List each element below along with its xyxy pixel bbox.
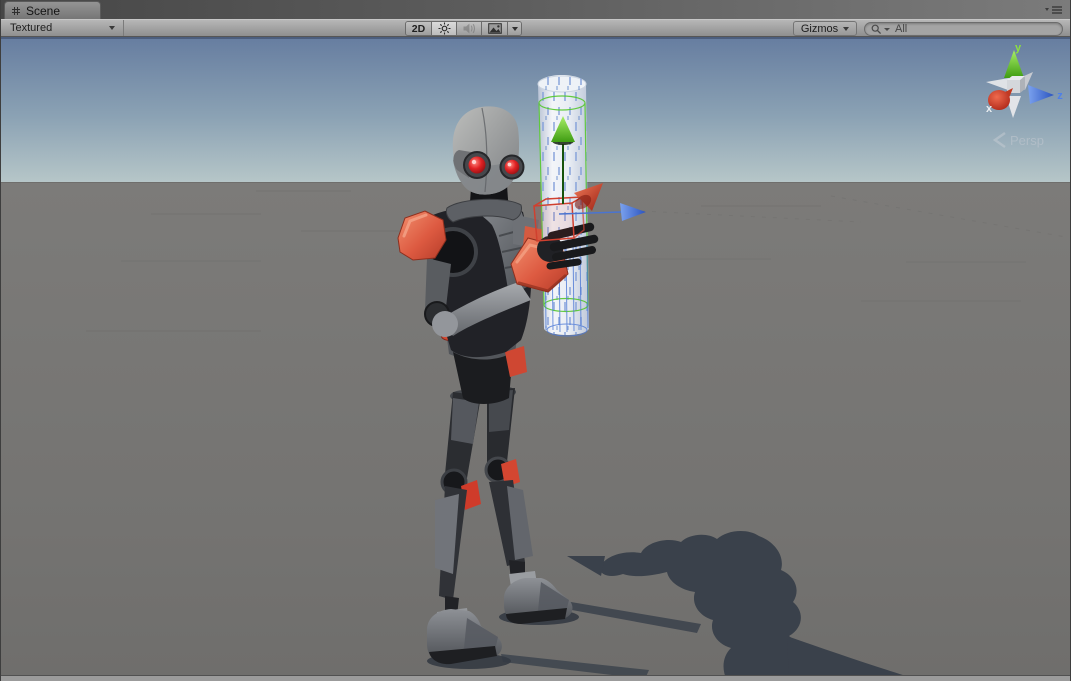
dropdown-arrow-icon [512, 27, 518, 31]
scene-toolbar: Textured 2D [1, 19, 1070, 37]
gizmos-dropdown[interactable]: Gizmos [793, 21, 857, 36]
window-bottom-strip [1, 676, 1070, 681]
dropdown-arrow-icon [843, 27, 849, 31]
viewport-ground-plane [1, 182, 1070, 675]
toggle-2d-label: 2D [412, 23, 425, 35]
sun-icon [438, 22, 451, 35]
tab-bar: Scene [1, 0, 1070, 19]
scene-search-field[interactable] [864, 22, 1063, 36]
magnifier-icon [871, 24, 882, 35]
dropdown-arrow-icon [109, 26, 115, 30]
render-mode-dropdown[interactable]: Textured [3, 20, 124, 36]
speaker-icon [463, 23, 476, 34]
image-icon [488, 23, 502, 34]
viewport-top-shadow [1, 37, 1070, 39]
tab-scene-label: Scene [26, 4, 60, 18]
render-mode-label: Textured [10, 20, 52, 36]
scene-lighting-toggle[interactable] [432, 22, 457, 35]
grid-icon [11, 6, 21, 16]
search-input[interactable] [892, 23, 1056, 35]
effects-toggle[interactable] [482, 22, 508, 35]
panel-menu-button[interactable] [1045, 6, 1063, 15]
viewport-sky [1, 37, 1070, 182]
view-toggle-group: 2D [405, 21, 522, 36]
effects-dropdown-button[interactable] [508, 22, 521, 35]
search-filter-arrow-icon [884, 28, 890, 31]
panel-menu-icon [1045, 6, 1063, 15]
scene-view-panel: Scene Textured 2D [0, 0, 1071, 681]
toggle-2d-button[interactable]: 2D [406, 22, 432, 35]
gizmos-label: Gizmos [801, 23, 838, 35]
audio-toggle[interactable] [457, 22, 482, 35]
scene-viewport[interactable] [1, 37, 1070, 675]
tab-scene[interactable]: Scene [4, 1, 101, 19]
